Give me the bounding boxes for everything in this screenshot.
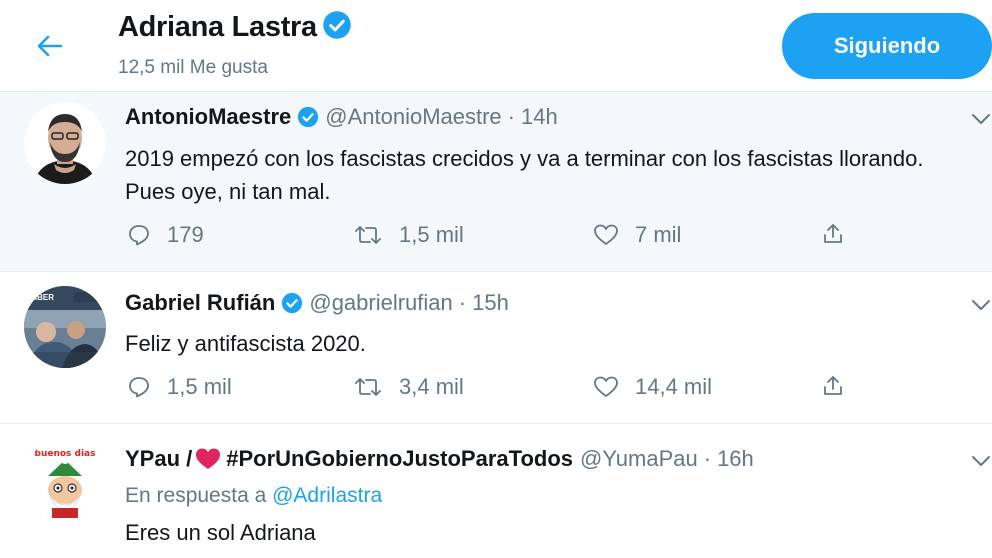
tweet-actions: 179 1,5 mil 7 mil [125,222,865,256]
reply-icon [127,375,151,399]
tweet-handle[interactable]: @YumaPau [580,446,698,472]
share-icon [821,374,845,398]
tweet-timestamp[interactable]: 15h [472,290,509,316]
share-icon [821,222,845,246]
tweet-text: Feliz y antifascista 2020. [125,331,366,356]
chevron-down-icon[interactable] [970,454,992,468]
separator-dot: · [458,290,467,315]
tweet-handle[interactable]: @AntonioMaestre [325,104,501,130]
retweet-count: 1,5 mil [399,222,464,247]
heart-icon [593,375,619,399]
share-button[interactable] [821,222,861,246]
retweet-count: 3,4 mil [399,374,464,399]
arrow-left-icon [37,35,63,57]
tweet-author-hashtag[interactable]: #PorUnGobiernoJustoParaTodos [226,446,573,472]
profile-header: Adriana Lastra 12,5 mil Me gusta Siguien… [0,0,992,92]
tweet-author-name[interactable]: YPau / [125,446,192,472]
reply-button[interactable]: 1,5 mil [127,374,232,400]
reply-icon [127,223,151,247]
tweet-author-name[interactable]: AntonioMaestre [125,104,291,130]
tweet-header: Gabriel Rufián @gabrielrufian · 15h [125,290,509,316]
following-button[interactable]: Siguiendo [782,13,992,79]
tweet-timestamp[interactable]: 14h [521,104,558,130]
reply-mention-link[interactable]: @Adrilastra [272,484,382,507]
chevron-down-icon[interactable] [970,112,992,126]
avatar[interactable] [24,102,106,184]
verified-badge-icon [281,292,303,314]
share-button[interactable] [821,374,861,398]
retweet-icon [353,376,383,398]
tweet-author-name[interactable]: Gabriel Rufián [125,290,275,316]
reply-to-label: En respuesta a [125,484,267,507]
tweet-actions: 1,5 mil 3,4 mil 14,4 mil [125,374,865,408]
chevron-down-icon[interactable] [970,298,992,312]
separator-dot: · [507,104,515,129]
like-button[interactable]: 14,4 mil [593,374,712,400]
reply-count: 1,5 mil [167,374,232,399]
tweet-timestamp[interactable]: 16h [717,446,754,472]
tweet-text: 2019 empezó con los fascistas crecidos y… [125,146,924,204]
retweet-button[interactable]: 1,5 mil [353,222,464,248]
svg-text:LIBER: LIBER [30,293,54,302]
reply-count: 179 [167,222,204,247]
header-title-row: Adriana Lastra [118,10,352,45]
red-heart-icon [194,447,222,471]
tweet[interactable]: LIBER Gabriel Rufián @gabrielrufian · 15… [0,272,992,424]
heart-icon [593,223,619,247]
tweet-header: YPau / #PorUnGobiernoJustoParaTodos @Yum… [125,446,754,472]
tweet[interactable]: buenos dias YPau / #PorUnGobiernoJustoPa… [0,424,992,558]
page-title: Adriana Lastra [118,11,317,43]
avatar[interactable]: buenos dias [24,438,106,520]
tweet-text: Eres un sol Adriana [125,520,316,545]
reply-button[interactable]: 179 [127,222,204,248]
verified-badge-icon [297,106,319,128]
tweet[interactable]: AntonioMaestre @AntonioMaestre · 14h 201… [0,92,992,272]
likes-count: 12,5 mil Me gusta [118,57,268,78]
retweet-icon [353,224,383,246]
like-count: 7 mil [635,222,682,247]
avatar[interactable]: LIBER [24,286,106,368]
like-count: 14,4 mil [635,374,713,399]
back-button[interactable] [30,26,70,66]
like-button[interactable]: 7 mil [593,222,681,248]
verified-badge-icon [322,10,352,45]
reply-context: En respuesta a @Adrilastra [125,484,382,508]
retweet-button[interactable]: 3,4 mil [353,374,464,400]
tweet-handle[interactable]: @gabrielrufian [309,290,452,316]
tweet-header: AntonioMaestre @AntonioMaestre · 14h [125,104,558,130]
separator-dot: · [703,446,712,471]
